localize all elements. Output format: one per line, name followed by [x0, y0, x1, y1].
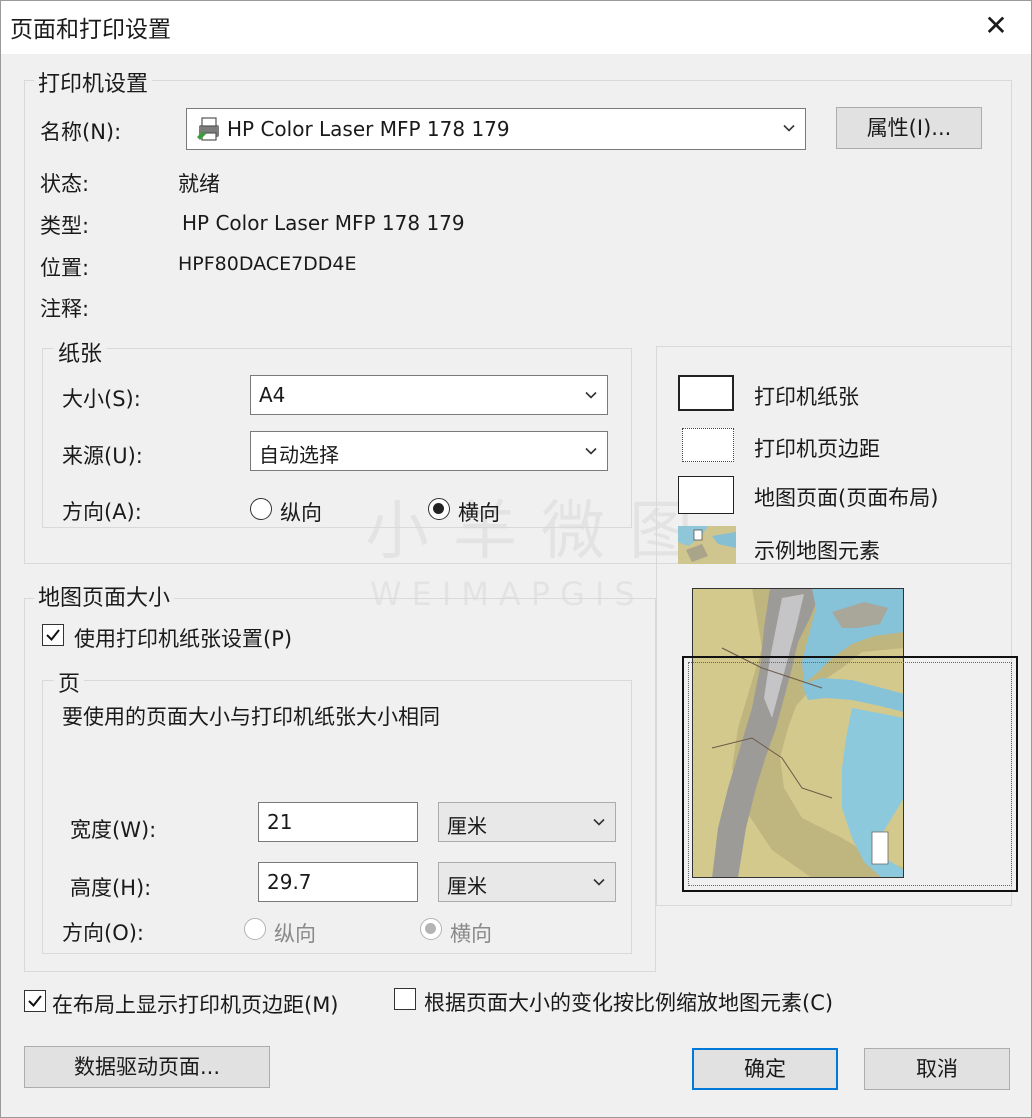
legend-map-page: 地图页面(页面布局)	[754, 486, 939, 510]
printer-settings-legend: 打印机设置	[34, 66, 153, 98]
printer-name-select[interactable]: HP Color Laser MFP 178 179	[186, 108, 806, 150]
width-unit-value: 厘米	[447, 814, 487, 838]
height-unit-value: 厘米	[447, 874, 487, 898]
data-driven-pages-button[interactable]: 数据驱动页面...	[24, 1046, 270, 1088]
page-legend: 页	[54, 666, 85, 698]
chevron-down-icon	[585, 447, 597, 455]
page-portrait-radio[interactable]	[244, 918, 266, 940]
use-printer-settings-label[interactable]: 使用打印机纸张设置(P)	[74, 623, 292, 653]
printer-icon	[195, 115, 223, 143]
status-value: 就绪	[178, 172, 220, 196]
printer-margin-swatch	[682, 428, 734, 462]
legend-printer-margin: 打印机页边距	[754, 437, 880, 461]
location-value: HPF80DACE7DD4E	[178, 253, 357, 275]
map-page-size-legend: 地图页面大小	[34, 580, 175, 612]
sample-map-element-swatch	[678, 526, 736, 564]
printer-name-value: HP Color Laser MFP 178 179	[227, 117, 510, 141]
width-unit-select[interactable]: 厘米	[438, 802, 616, 842]
window-title: 页面和打印设置	[10, 17, 171, 43]
page-landscape-radio[interactable]	[420, 918, 442, 940]
show-margins-checkbox[interactable]	[24, 990, 46, 1012]
scale-elements-label[interactable]: 根据页面大小的变化按比例缩放地图元素(C)	[424, 987, 833, 1017]
chevron-down-icon	[593, 878, 605, 886]
paper-portrait-label[interactable]: 纵向	[280, 497, 322, 527]
scale-elements-checkbox[interactable]	[394, 988, 416, 1010]
height-input[interactable]: 29.7	[258, 862, 418, 902]
page-note: 要使用的页面大小与打印机纸张大小相同	[62, 705, 440, 729]
paper-size-label: 大小(S):	[62, 387, 141, 411]
paper-source-select[interactable]: 自动选择	[250, 431, 608, 471]
paper-portrait-radio[interactable]	[250, 498, 272, 520]
paper-size-select[interactable]: A4	[250, 375, 608, 415]
chevron-down-icon	[783, 124, 795, 132]
width-input[interactable]: 21	[258, 802, 418, 842]
comment-label: 注释:	[40, 297, 90, 321]
printer-properties-button[interactable]: 属性(I)...	[836, 107, 982, 149]
location-label: 位置:	[40, 256, 90, 280]
paper-landscape-label[interactable]: 横向	[458, 497, 500, 527]
map-page-swatch	[678, 476, 734, 514]
type-value: HP Color Laser MFP 178 179	[182, 211, 465, 235]
close-icon[interactable]: ✕	[980, 8, 1012, 44]
paper-orientation-label: 方向(A):	[62, 500, 142, 524]
cancel-button[interactable]: 取消	[864, 1048, 1010, 1090]
status-label: 状态:	[40, 172, 90, 196]
paper-size-value: A4	[259, 383, 286, 407]
paper-legend: 纸张	[54, 336, 107, 368]
width-value: 21	[267, 810, 293, 834]
ok-button[interactable]: 确定	[692, 1048, 838, 1090]
paper-source-label: 来源(U):	[62, 444, 143, 468]
chevron-down-icon	[593, 818, 605, 826]
use-printer-settings-checkbox[interactable]	[42, 624, 64, 646]
page-portrait-label[interactable]: 纵向	[274, 918, 316, 948]
printer-paper-swatch	[678, 375, 734, 411]
height-label: 高度(H):	[70, 876, 152, 900]
page-landscape-label[interactable]: 横向	[450, 918, 492, 948]
height-value: 29.7	[267, 870, 312, 894]
paper-source-value: 自动选择	[259, 443, 339, 467]
printer-margin-outline	[688, 662, 1012, 886]
printer-name-label: 名称(N):	[40, 120, 122, 144]
legend-printer-paper: 打印机纸张	[754, 385, 859, 409]
show-margins-label[interactable]: 在布局上显示打印机页边距(M)	[52, 989, 339, 1019]
width-label: 宽度(W):	[70, 818, 157, 842]
height-unit-select[interactable]: 厘米	[438, 862, 616, 902]
paper-landscape-radio[interactable]	[428, 498, 450, 520]
type-label: 类型:	[40, 214, 90, 238]
legend-sample-elements: 示例地图元素	[754, 539, 880, 563]
page-orientation-label: 方向(O):	[62, 921, 144, 945]
chevron-down-icon	[585, 391, 597, 399]
